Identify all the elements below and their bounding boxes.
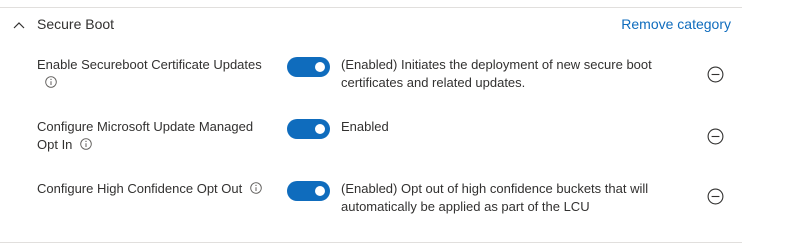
- top-divider: [0, 7, 742, 8]
- info-icon[interactable]: [250, 182, 262, 194]
- setting-value: Enabled: [341, 119, 389, 134]
- toggle-knob: [315, 124, 325, 134]
- setting-row-microsoft-update-managed-opt-in: Configure Microsoft Update Managed Opt I…: [0, 118, 742, 158]
- toggle-knob: [315, 62, 325, 72]
- category-title: Secure Boot: [37, 16, 115, 32]
- setting-label: Configure Microsoft Update Managed Opt I…: [37, 118, 267, 154]
- setting-label: Enable Secureboot Certificate Updates: [37, 56, 272, 88]
- info-icon[interactable]: [80, 138, 92, 150]
- setting-row-secureboot-certificate-updates: Enable Secureboot Certificate Updates (E…: [0, 56, 742, 96]
- enabled-toggle[interactable]: [287, 119, 330, 139]
- toggle-knob: [315, 186, 325, 196]
- setting-label-text: Enable Secureboot Certificate Updates: [37, 57, 262, 72]
- setting-label-text: Configure High Confidence Opt Out: [37, 181, 243, 196]
- bottom-divider: [0, 242, 742, 243]
- remove-setting-icon[interactable]: [707, 66, 724, 83]
- enabled-toggle[interactable]: [287, 57, 330, 77]
- enabled-toggle[interactable]: [287, 181, 330, 201]
- remove-setting-icon[interactable]: [707, 128, 724, 145]
- secure-boot-settings-panel: Secure Boot Remove category Enable Secur…: [0, 0, 790, 251]
- setting-row-high-confidence-opt-out: Configure High Confidence Opt Out (Enabl…: [0, 180, 742, 220]
- setting-label-text: Configure Microsoft Update Managed Opt I…: [37, 119, 254, 152]
- info-icon[interactable]: [45, 76, 57, 88]
- category-header: Secure Boot Remove category: [0, 14, 742, 38]
- setting-value: (Enabled) Opt out of high confidence buc…: [341, 181, 649, 214]
- chevron-up-icon[interactable]: [12, 18, 26, 32]
- setting-label: Configure High Confidence Opt Out: [37, 180, 272, 198]
- remove-category-link[interactable]: Remove category: [621, 16, 731, 32]
- remove-setting-icon[interactable]: [707, 188, 724, 205]
- setting-value: (Enabled) Initiates the deployment of ne…: [341, 57, 652, 90]
